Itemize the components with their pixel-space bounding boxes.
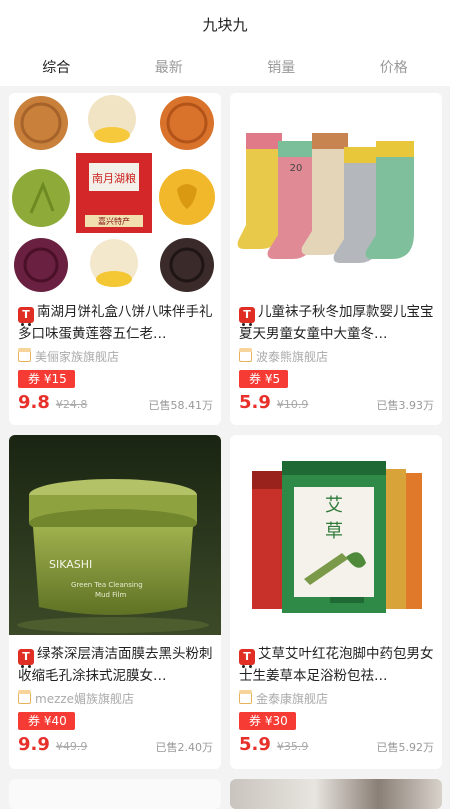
tmall-icon: T bbox=[239, 307, 255, 323]
product-title[interactable]: T绿茶深层清洁面膜去黑头粉刺收缩毛孔涂抹式泥膜女… bbox=[9, 635, 221, 687]
original-price: ¥35.9 bbox=[277, 740, 309, 753]
product-card[interactable]: 南月湖粮 嘉兴特产 T南湖月饼礼盒八饼八味伴手礼多口味蛋黄莲蓉五仁老… 美俪家族… bbox=[9, 93, 221, 425]
price-row: 9.8 ¥24.8 已售58.41万 bbox=[9, 388, 221, 416]
shop-icon bbox=[239, 692, 252, 704]
product-title-text: 儿童袜子秋冬加厚款婴儿宝宝夏天男童女童中大童冬… bbox=[239, 304, 434, 342]
app-header: 九块九 bbox=[0, 0, 450, 48]
page-title: 九块九 bbox=[202, 14, 247, 35]
sold-count: 已售58.41万 bbox=[149, 397, 214, 413]
shop-name[interactable]: mezze媚族旗舰店 bbox=[9, 687, 221, 707]
price-row: 5.9 ¥35.9 已售5.92万 bbox=[230, 730, 442, 758]
sale-price: 9.8 bbox=[18, 392, 50, 413]
coupon-badge[interactable]: 券 ¥40 bbox=[18, 712, 75, 730]
product-card[interactable]: 20 T儿童袜子秋冬加厚款婴儿宝宝夏天男童女童中大童冬… 波泰熊旗舰店 券 ¥5… bbox=[230, 93, 442, 425]
product-image-mooncake[interactable]: 南月湖粮 嘉兴特产 bbox=[9, 93, 221, 293]
sold-count: 已售2.40万 bbox=[156, 739, 214, 755]
product-title[interactable]: T南湖月饼礼盒八饼八味伴手礼多口味蛋黄莲蓉五仁老… bbox=[9, 293, 221, 345]
pack-title-1: 艾 bbox=[325, 495, 343, 516]
product-sub-text: Mud Film bbox=[95, 591, 127, 599]
shop-icon bbox=[239, 350, 252, 362]
product-image-socks[interactable]: 20 bbox=[230, 93, 442, 293]
product-title[interactable]: T儿童袜子秋冬加厚款婴儿宝宝夏天男童女童中大童冬… bbox=[230, 293, 442, 345]
original-price: ¥24.8 bbox=[56, 398, 88, 411]
sale-price: 9.9 bbox=[18, 734, 50, 755]
sale-price: 5.9 bbox=[239, 734, 271, 755]
product-image-mask[interactable]: SIKASHI Green Tea Cleansing Mud Film bbox=[9, 435, 221, 635]
tmall-icon: T bbox=[18, 307, 34, 323]
product-card[interactable] bbox=[230, 779, 442, 809]
tab-newest[interactable]: 最新 bbox=[113, 48, 226, 86]
sold-count: 已售5.92万 bbox=[377, 739, 435, 755]
shop-name-text: 金泰康旗舰店 bbox=[256, 690, 328, 707]
shop-icon bbox=[18, 692, 31, 704]
box-label: 南月湖粮 bbox=[92, 171, 136, 185]
shop-icon bbox=[18, 350, 31, 362]
shop-name-text: 波泰熊旗舰店 bbox=[256, 348, 328, 365]
brand-text: SIKASHI bbox=[49, 558, 92, 571]
product-card[interactable]: 艾 草 T艾草艾叶红花泡脚中药包男女士生姜草本足浴粉包祛… 金泰康旗舰店 券 ¥… bbox=[230, 435, 442, 769]
sold-count: 已售3.93万 bbox=[377, 397, 435, 413]
tab-sales[interactable]: 销量 bbox=[225, 48, 338, 86]
shop-name-text: mezze媚族旗舰店 bbox=[35, 690, 134, 707]
product-title-text: 绿茶深层清洁面膜去黑头粉刺收缩毛孔涂抹式泥膜女… bbox=[18, 646, 213, 684]
sort-tabs: 综合 最新 销量 价格 bbox=[0, 48, 450, 86]
sock-number: 20 bbox=[290, 163, 303, 174]
product-image-placeholder[interactable] bbox=[230, 779, 442, 809]
tmall-icon: T bbox=[239, 649, 255, 665]
coupon-badge[interactable]: 券 ¥30 bbox=[239, 712, 296, 730]
shop-name[interactable]: 波泰熊旗舰店 bbox=[230, 345, 442, 365]
tab-price[interactable]: 价格 bbox=[338, 48, 450, 86]
coupon-badge[interactable]: 券 ¥15 bbox=[18, 370, 75, 388]
tmall-icon: T bbox=[18, 649, 34, 665]
original-price: ¥49.9 bbox=[56, 740, 88, 753]
product-title-text: 南湖月饼礼盒八饼八味伴手礼多口味蛋黄莲蓉五仁老… bbox=[18, 304, 213, 342]
price-row: 9.9 ¥49.9 已售2.40万 bbox=[9, 730, 221, 758]
price-row: 5.9 ¥10.9 已售3.93万 bbox=[230, 388, 442, 416]
original-price: ¥10.9 bbox=[277, 398, 309, 411]
product-card[interactable]: SIKASHI Green Tea Cleansing Mud Film T绿茶… bbox=[9, 435, 221, 769]
pack-title-2: 草 bbox=[325, 521, 343, 542]
product-title[interactable]: T艾草艾叶红花泡脚中药包男女士生姜草本足浴粉包祛… bbox=[230, 635, 442, 687]
shop-name[interactable]: 金泰康旗舰店 bbox=[230, 687, 442, 707]
product-image-placeholder[interactable] bbox=[9, 779, 221, 809]
box-sublabel: 嘉兴特产 bbox=[98, 216, 130, 226]
product-title-text: 艾草艾叶红花泡脚中药包男女士生姜草本足浴粉包祛… bbox=[239, 646, 434, 684]
shop-name[interactable]: 美俪家族旗舰店 bbox=[9, 345, 221, 365]
product-image-foot-bath[interactable]: 艾 草 bbox=[230, 435, 442, 635]
tab-comprehensive[interactable]: 综合 bbox=[0, 48, 113, 86]
coupon-badge[interactable]: 券 ¥5 bbox=[239, 370, 288, 388]
shop-name-text: 美俪家族旗舰店 bbox=[35, 348, 119, 365]
product-card[interactable] bbox=[9, 779, 221, 809]
product-line-text: Green Tea Cleansing bbox=[71, 581, 143, 589]
sale-price: 5.9 bbox=[239, 392, 271, 413]
